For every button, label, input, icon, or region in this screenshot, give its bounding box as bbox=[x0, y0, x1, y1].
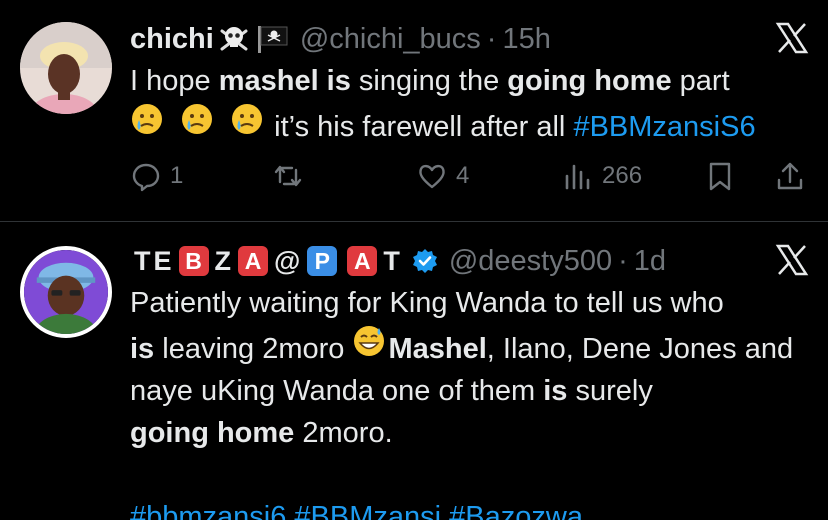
hashtag-link[interactable]: #bbmzansi6 #BBMzansi #Bazozwa bbox=[130, 501, 583, 520]
text-bold: is bbox=[543, 375, 568, 407]
avatar[interactable] bbox=[20, 22, 112, 114]
crying-face-icon bbox=[130, 102, 166, 136]
reply-button[interactable]: 1 bbox=[130, 160, 183, 192]
text-bold: is bbox=[130, 333, 155, 365]
tweet-content: T E B Z A @ P A T @deesty500 · 1d Patien… bbox=[130, 240, 810, 520]
name-letter[interactable]: E bbox=[154, 246, 173, 277]
verified-badge-icon bbox=[411, 247, 439, 275]
text-segment: 2moro. bbox=[294, 417, 393, 449]
separator-dot: · bbox=[486, 22, 497, 55]
views-icon bbox=[565, 164, 590, 190]
share-icon bbox=[777, 162, 803, 190]
skull-crossbones-icon bbox=[218, 23, 250, 55]
crying-face-icon bbox=[180, 102, 216, 136]
text-bold: Mashel bbox=[388, 333, 487, 365]
views-button[interactable]: 266 bbox=[562, 160, 642, 192]
bookmark-button[interactable] bbox=[704, 160, 736, 192]
name-letter[interactable]: Z bbox=[215, 246, 233, 277]
text-segment: surely bbox=[567, 375, 653, 407]
like-count: 4 bbox=[456, 162, 470, 189]
name-letter-badge[interactable]: A bbox=[347, 246, 378, 276]
tweet-content: chichi @chichi_bucs · 15h I hope mashel … bbox=[130, 18, 810, 148]
retweet-icon bbox=[274, 165, 302, 187]
x-logo-icon[interactable] bbox=[774, 20, 810, 56]
timestamp[interactable]: 15h bbox=[502, 23, 550, 56]
reply-icon bbox=[132, 163, 160, 192]
text-segment: leaving 2moro bbox=[154, 333, 353, 365]
share-button[interactable] bbox=[774, 160, 806, 192]
text-bold: going home bbox=[130, 417, 295, 449]
x-logo-icon[interactable] bbox=[774, 242, 810, 278]
heart-icon bbox=[419, 164, 445, 189]
text-segment: part bbox=[671, 65, 730, 97]
text-segment: it’s his farewell after all bbox=[266, 111, 574, 143]
name-letter[interactable]: T bbox=[383, 246, 401, 277]
reply-count: 1 bbox=[170, 162, 184, 189]
timestamp[interactable]: 1d bbox=[634, 245, 666, 278]
tweet[interactable]: T E B Z A @ P A T @deesty500 · 1d Patien… bbox=[0, 223, 828, 520]
tweet-text: I hope mashel is singing the going home … bbox=[130, 60, 810, 148]
grinning-sweat-face-icon bbox=[352, 324, 388, 358]
user-handle[interactable]: @deesty500 bbox=[449, 245, 612, 278]
user-handle[interactable]: @chichi_bucs bbox=[300, 23, 481, 56]
tweet-header: chichi @chichi_bucs · 15h bbox=[130, 18, 810, 60]
name-letter-badge[interactable]: A bbox=[238, 246, 269, 276]
tweet[interactable]: chichi @chichi_bucs · 15h I hope mashel … bbox=[0, 0, 828, 222]
name-letter-badge[interactable]: P bbox=[307, 246, 338, 276]
text-segment: singing the bbox=[350, 65, 508, 97]
bookmark-icon bbox=[709, 162, 731, 191]
text-bold: going home bbox=[507, 65, 672, 97]
views-count: 266 bbox=[602, 162, 643, 189]
retweet-button[interactable] bbox=[272, 160, 312, 192]
tweet-header: T E B Z A @ P A T @deesty500 · 1d bbox=[130, 240, 810, 282]
tweet-text: Patiently waiting for King Wanda to tell… bbox=[130, 282, 810, 520]
text-segment: I hope bbox=[130, 65, 219, 97]
name-letter-badge[interactable]: B bbox=[178, 246, 209, 276]
tweet-actions: 1 4 266 bbox=[130, 160, 810, 200]
pirate-flag-icon bbox=[256, 23, 290, 55]
display-name[interactable]: chichi bbox=[130, 23, 214, 56]
avatar[interactable] bbox=[20, 246, 112, 338]
name-letter[interactable]: T bbox=[134, 246, 152, 277]
text-segment: Patiently waiting for King Wanda to tell… bbox=[130, 287, 724, 319]
separator-dot: · bbox=[618, 244, 628, 277]
name-letter[interactable]: @ bbox=[274, 246, 301, 277]
like-button[interactable]: 4 bbox=[416, 160, 469, 192]
text-bold: mashel is bbox=[218, 65, 351, 97]
crying-face-icon bbox=[230, 102, 266, 136]
hashtag-link[interactable]: #BBMzansiS6 bbox=[573, 111, 755, 143]
